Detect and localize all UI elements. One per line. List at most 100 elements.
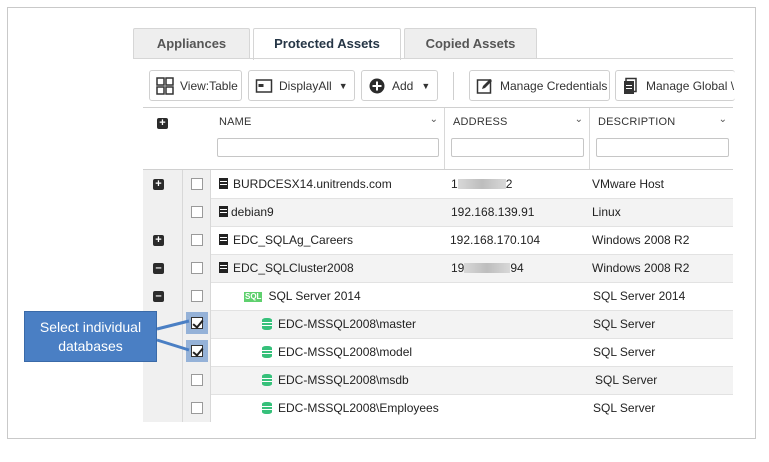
row-checkbox[interactable] (191, 374, 203, 386)
manage-credentials-label: Manage Credentials (500, 78, 608, 93)
add-dropdown[interactable]: Add ▼ (361, 70, 438, 101)
tab-appliances[interactable]: Appliances (133, 28, 250, 58)
tab-copied-assets[interactable]: Copied Assets (404, 28, 537, 58)
asset-name-cell: BURDCESX14.unitrends.com (219, 171, 439, 198)
table-row[interactable]: BURDCESX14.unitrends.com 12 VMware Host (211, 171, 733, 199)
database-icon (262, 402, 272, 414)
table-row[interactable]: EDC-MSSQL2008\Employees SQL Server (211, 395, 733, 422)
address-cell (451, 283, 591, 310)
asset-name-cell: SQL SQL Server 2014 (244, 283, 464, 310)
grid-icon (156, 76, 174, 95)
table-row[interactable]: SQL SQL Server 2014 SQL Server 2014 (211, 283, 733, 311)
window-icon (255, 77, 273, 95)
address-cell: 192.168.139.91 (451, 205, 535, 219)
database-icon (262, 346, 272, 358)
column-name[interactable]: NAME ⌄ (211, 108, 445, 169)
address-cell: 192.168.170.104 (450, 233, 541, 247)
add-circle-icon (368, 77, 386, 95)
address-cell: 19 94 (451, 255, 591, 282)
row-checkbox[interactable] (191, 206, 203, 218)
server-icon (219, 206, 228, 217)
address-filter-input[interactable] (451, 138, 584, 157)
tab-divider (133, 58, 733, 59)
expand-row-icon[interactable]: + (153, 179, 164, 190)
callout-line-1: Select individual (39, 318, 142, 335)
table-row[interactable]: EDC-MSSQL2008\model SQL Server (211, 339, 733, 367)
row-checkbox[interactable] (191, 402, 203, 414)
description-cell: Windows 2008 R2 (592, 261, 690, 275)
address-cell (451, 339, 591, 366)
asset-name-cell: EDC_SQLAg_Careers (219, 227, 439, 254)
row-checkbox[interactable] (191, 234, 203, 246)
column-address-label: ADDRESS (453, 116, 508, 128)
collapse-row-icon[interactable]: – (153, 263, 164, 274)
column-address[interactable]: ADDRESS ⌄ (445, 108, 590, 169)
display-all-dropdown[interactable]: DisplayAll ▼ (248, 70, 355, 101)
callout-line-2: databases (58, 337, 123, 354)
asset-name: EDC_SQLCluster2008 (233, 261, 354, 275)
expand-row-icon[interactable]: + (153, 235, 164, 246)
column-description-label: DESCRIPTION (598, 116, 676, 128)
row-checkbox[interactable] (191, 262, 203, 274)
description-cell: SQL Server (595, 373, 658, 387)
address-text: 19 (451, 261, 465, 275)
asset-name-cell: debian9 (219, 199, 439, 226)
view-table-label: View:Table (180, 78, 238, 93)
column-name-label: NAME (219, 116, 252, 128)
grid-header: + NAME ⌄ ADDRESS ⌄ DESCRIPTION ⌄ (143, 107, 733, 170)
manage-global-button[interactable]: Manage Global \ (615, 70, 735, 101)
edit-icon (476, 77, 494, 95)
asset-name: EDC-MSSQL2008\Employees (278, 401, 439, 415)
description-cell: Windows 2008 R2 (592, 233, 690, 247)
caret-down-icon: ▼ (338, 80, 348, 91)
description-cell: SQL Server 2014 (593, 289, 686, 303)
description-filter-input[interactable] (596, 138, 729, 157)
asset-name-cell: EDC-MSSQL2008\master (262, 311, 482, 338)
add-label: Add (392, 78, 414, 93)
sql-instance-icon: SQL (244, 292, 263, 302)
column-description[interactable]: DESCRIPTION ⌄ (590, 108, 733, 169)
table-row[interactable]: EDC-MSSQL2008\msdb SQL Server (211, 367, 733, 395)
manage-global-label: Manage Global \ (646, 78, 735, 93)
row-checkbox[interactable] (191, 345, 203, 357)
address-text: 1 (451, 177, 458, 191)
row-checkbox[interactable] (191, 178, 203, 190)
asset-name-cell: EDC-MSSQL2008\msdb (262, 367, 482, 394)
chevron-down-icon[interactable]: ⌄ (430, 114, 438, 125)
asset-name-cell: EDC-MSSQL2008\model (262, 339, 482, 366)
expand-all-icon[interactable]: + (157, 118, 168, 129)
collapse-row-icon[interactable]: – (153, 291, 164, 302)
database-icon (262, 318, 272, 330)
description-cell: VMware Host (592, 177, 665, 191)
asset-name-cell: EDC_SQLCluster2008 (219, 255, 439, 282)
assets-grid: + NAME ⌄ ADDRESS ⌄ DESCRIPTION ⌄ + BURDC… (143, 107, 733, 422)
asset-name: EDC-MSSQL2008\master (278, 317, 417, 331)
asset-name: EDC-MSSQL2008\msdb (278, 373, 409, 387)
name-filter-input[interactable] (217, 138, 439, 157)
table-row[interactable]: EDC_SQLAg_Careers 192.168.170.104 Window… (211, 227, 733, 255)
redacted-address (464, 263, 511, 273)
asset-name: EDC_SQLAg_Careers (233, 233, 354, 247)
description-cell: SQL Server (593, 345, 656, 359)
manage-credentials-button[interactable]: Manage Credentials (469, 70, 610, 101)
address-text: 94 (510, 261, 524, 275)
address-text: 2 (505, 177, 513, 191)
description-cell: Linux (592, 205, 621, 219)
table-row[interactable]: debian9 192.168.139.91 Linux (211, 199, 733, 227)
caret-down-icon: ▼ (421, 80, 431, 91)
table-row[interactable]: EDC_SQLCluster2008 19 94 Windows 2008 R2 (211, 255, 733, 283)
tab-protected-assets[interactable]: Protected Assets (253, 28, 401, 60)
address-cell (451, 367, 591, 394)
row-checkbox[interactable] (191, 290, 203, 302)
address-cell: 12 (451, 171, 591, 198)
chevron-down-icon[interactable]: ⌄ (575, 114, 583, 125)
table-row[interactable]: EDC-MSSQL2008\master SQL Server (211, 311, 733, 339)
view-table-button[interactable]: View:Table (149, 70, 242, 101)
toolbar-separator (453, 72, 454, 100)
server-icon (219, 178, 228, 189)
description-cell: SQL Server (593, 401, 656, 415)
chevron-down-icon[interactable]: ⌄ (719, 114, 727, 125)
row-checkbox[interactable] (191, 317, 203, 329)
server-icon (219, 234, 228, 245)
asset-name: BURDCESX14.unitrends.com (233, 177, 392, 191)
